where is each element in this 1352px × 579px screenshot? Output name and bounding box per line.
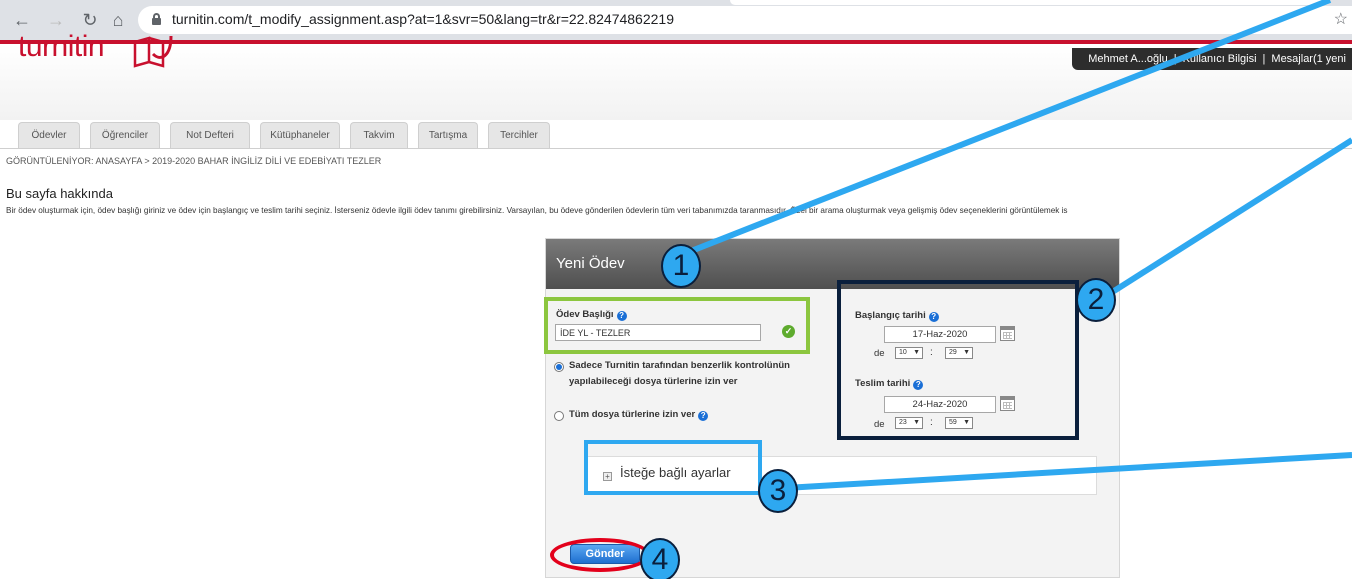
annotation-frame-title xyxy=(544,297,810,354)
annotation-badge-2: 2 xyxy=(1076,278,1116,322)
annotation-badge-3: 3 xyxy=(758,469,798,513)
annotation-frame-optional xyxy=(584,440,762,495)
annotation-frame-dates xyxy=(837,280,1079,440)
annotation-frame-submit xyxy=(550,538,650,572)
screenshot: ← → ↻ ⌂ turnitin.com/t_modify_assignment… xyxy=(0,0,1352,579)
annotation-badge-4: 4 xyxy=(640,538,680,579)
annotation-badge-1: 1 xyxy=(661,244,701,288)
